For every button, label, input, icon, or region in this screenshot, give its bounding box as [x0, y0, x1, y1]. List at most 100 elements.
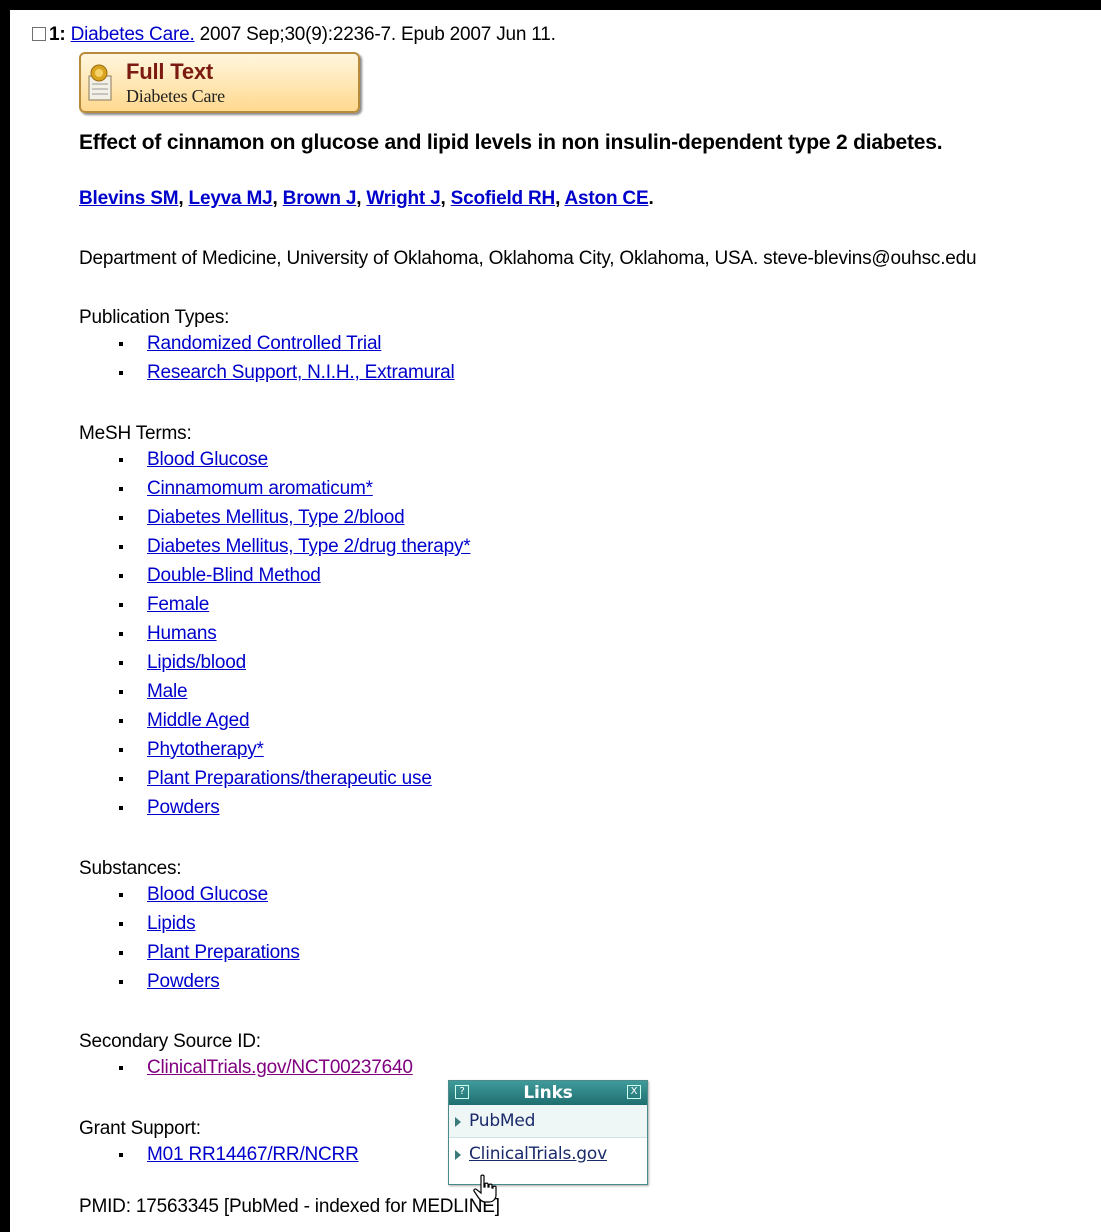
- links-popup: ? Links X PubMed ClinicalTrials.gov: [448, 1080, 648, 1185]
- list-item: Blood Glucose: [119, 880, 300, 909]
- list-item: Powders: [119, 967, 300, 996]
- bullet-icon: [119, 545, 123, 549]
- award-ribbon-icon: [88, 64, 112, 101]
- journal-link[interactable]: Diabetes Care.: [71, 24, 195, 45]
- full-text-title: Full Text: [126, 59, 214, 84]
- mesh-term-link[interactable]: Diabetes Mellitus, Type 2/blood: [147, 507, 405, 528]
- list-item: ClinicalTrials.gov/NCT00237640: [119, 1053, 413, 1082]
- author-link[interactable]: Scofield RH: [451, 188, 556, 209]
- mesh-term-link[interactable]: Powders: [147, 797, 220, 818]
- clinical-trials-link[interactable]: ClinicalTrials.gov/NCT00237640: [147, 1057, 413, 1078]
- section-label: Substances:: [79, 858, 182, 879]
- mesh-term-link[interactable]: Cinnamomum aromaticum*: [147, 478, 373, 499]
- mesh-term-link[interactable]: Male: [147, 681, 188, 702]
- list-item: Lipids: [119, 909, 300, 938]
- full-text-source: Diabetes Care: [126, 86, 225, 106]
- mesh-term-link[interactable]: Diabetes Mellitus, Type 2/drug therapy*: [147, 536, 471, 557]
- full-text-button[interactable]: Full Text Diabetes Care: [79, 52, 360, 113]
- author-link[interactable]: Wright J: [366, 188, 440, 209]
- section-label: Secondary Source ID:: [79, 1031, 261, 1052]
- bullet-icon: [119, 1066, 123, 1070]
- mesh-term-link[interactable]: Phytotherapy*: [147, 739, 264, 760]
- bullet-icon: [119, 487, 123, 491]
- substance-link[interactable]: Plant Preparations: [147, 942, 300, 963]
- mesh-term-link[interactable]: Plant Preparations/therapeutic use: [147, 768, 432, 789]
- hand-cursor-icon: [473, 1174, 497, 1203]
- links-popup-item[interactable]: ClinicalTrials.gov: [449, 1138, 647, 1171]
- affiliation: Department of Medicine, University of Ok…: [79, 248, 977, 269]
- bullet-icon: [119, 371, 123, 375]
- list-item: Cinnamomum aromaticum*: [119, 474, 470, 503]
- mesh-term-link[interactable]: Female: [147, 594, 209, 615]
- publication-type-link[interactable]: Research Support, N.I.H., Extramural: [147, 362, 455, 383]
- list-item: Phytotherapy*: [119, 735, 470, 764]
- publication-type-link[interactable]: Randomized Controlled Trial: [147, 333, 382, 354]
- bullet-icon: [119, 748, 123, 752]
- list-item: Male: [119, 677, 470, 706]
- list-item: Middle Aged: [119, 706, 470, 735]
- substance-link[interactable]: Powders: [147, 971, 220, 992]
- close-icon[interactable]: X: [627, 1085, 641, 1099]
- list-item: Double-Blind Method: [119, 561, 470, 590]
- citation-text: 2007 Sep;30(9):2236-7. Epub 2007 Jun 11.: [194, 24, 556, 45]
- bullet-icon: [119, 806, 123, 810]
- bullet-icon: [119, 516, 123, 520]
- mesh-terms-section: MeSH Terms: Blood Glucose Cinnamomum aro…: [79, 423, 471, 822]
- bullet-icon: [119, 342, 123, 346]
- mesh-term-link[interactable]: Middle Aged: [147, 710, 250, 731]
- substances-list: Blood Glucose Lipids Plant Preparations …: [119, 880, 300, 996]
- links-popup-item[interactable]: PubMed: [449, 1105, 647, 1138]
- abstract-record: 1: Diabetes Care. 2007 Sep;30(9):2236-7.…: [32, 24, 1101, 1232]
- bullet-icon: [119, 980, 123, 984]
- window-frame-top: [0, 0, 1101, 10]
- mesh-term-link[interactable]: Lipids/blood: [147, 652, 246, 673]
- list-item: Blood Glucose: [119, 445, 470, 474]
- substances-section: Substances: Blood Glucose Lipids Plant P…: [79, 858, 300, 996]
- list-item: M01 RR14467/RR/NCRR: [119, 1140, 359, 1169]
- bullet-icon: [119, 690, 123, 694]
- bullet-icon: [119, 603, 123, 607]
- section-label: MeSH Terms:: [79, 423, 192, 444]
- mesh-term-link[interactable]: Double-Blind Method: [147, 565, 321, 586]
- bullet-icon: [119, 922, 123, 926]
- author-link[interactable]: Blevins SM: [79, 188, 179, 209]
- bullet-icon: [119, 777, 123, 781]
- triangle-right-icon: [455, 1117, 461, 1127]
- publication-types-section: Publication Types: Randomized Controlled…: [79, 307, 455, 387]
- bullet-icon: [119, 458, 123, 462]
- author-link[interactable]: Aston CE: [565, 188, 649, 209]
- bullet-icon: [119, 951, 123, 955]
- list-item: Diabetes Mellitus, Type 2/drug therapy*: [119, 532, 471, 561]
- grant-link[interactable]: M01 RR14467/RR/NCRR: [147, 1144, 359, 1165]
- list-item: Plant Preparations/therapeutic use: [119, 764, 470, 793]
- bullet-icon: [119, 632, 123, 636]
- article-title: Effect of cinnamon on glucose and lipid …: [79, 131, 943, 154]
- author-link[interactable]: Leyva MJ: [189, 188, 273, 209]
- publication-types-list: Randomized Controlled Trial Research Sup…: [119, 329, 455, 387]
- substance-link[interactable]: Lipids: [147, 913, 196, 934]
- substance-link[interactable]: Blood Glucose: [147, 884, 268, 905]
- list-item: Humans: [119, 619, 470, 648]
- author-list: Blevins SM, Leyva MJ, Brown J, Wright J,…: [79, 188, 654, 209]
- bullet-icon: [119, 719, 123, 723]
- triangle-right-icon: [455, 1150, 461, 1160]
- author-link[interactable]: Brown J: [283, 188, 357, 209]
- pmid-line: PMID: 17563345 [PubMed - indexed for MED…: [79, 1196, 500, 1217]
- section-label: Publication Types:: [79, 307, 230, 328]
- mesh-term-link[interactable]: Blood Glucose: [147, 449, 268, 470]
- clinicaltrials-gov-link[interactable]: ClinicalTrials.gov: [469, 1144, 607, 1164]
- record-header: 1: Diabetes Care. 2007 Sep;30(9):2236-7.…: [32, 24, 556, 46]
- list-item: Powders: [119, 793, 470, 822]
- secondary-source-list: ClinicalTrials.gov/NCT00237640: [119, 1053, 413, 1082]
- links-popup-title: Links: [523, 1083, 573, 1103]
- grant-support-section: Grant Support: M01 RR14467/RR/NCRR: [79, 1118, 359, 1169]
- list-item: Research Support, N.I.H., Extramural: [119, 358, 455, 387]
- list-item: Diabetes Mellitus, Type 2/blood: [119, 503, 470, 532]
- section-label: Grant Support:: [79, 1118, 201, 1139]
- list-item: Lipids/blood: [119, 648, 470, 677]
- bullet-icon: [119, 574, 123, 578]
- pubmed-link[interactable]: PubMed: [469, 1111, 535, 1131]
- select-checkbox[interactable]: [32, 27, 46, 41]
- grant-support-list: M01 RR14467/RR/NCRR: [119, 1140, 359, 1169]
- mesh-term-link[interactable]: Humans: [147, 623, 217, 644]
